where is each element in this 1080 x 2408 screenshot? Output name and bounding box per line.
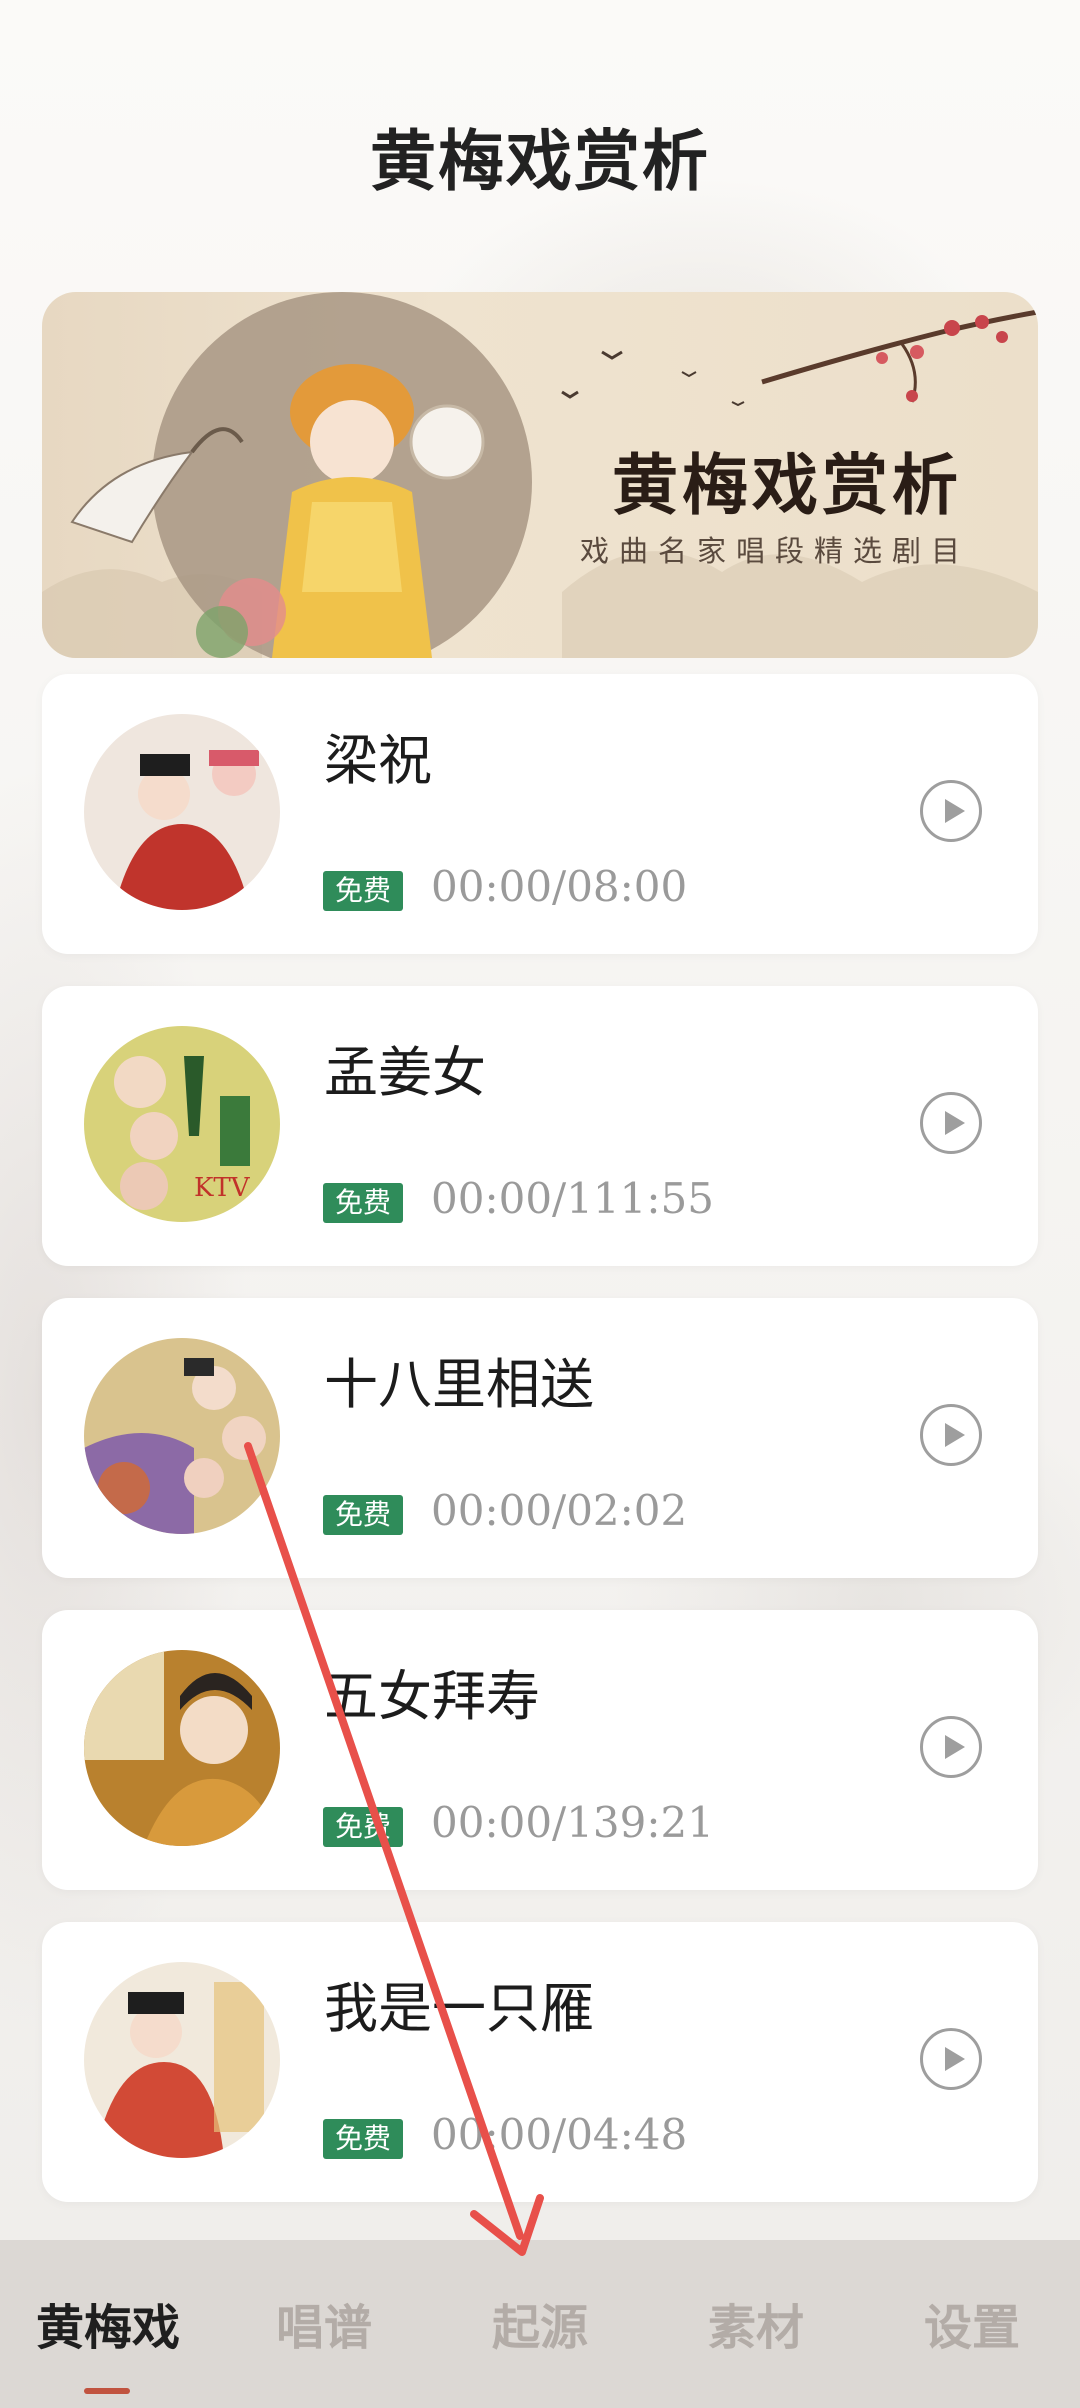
play-circle-icon[interactable] <box>920 1092 982 1154</box>
song-card[interactable]: KTV 孟姜女 免费 00:00/111:55 <box>42 986 1038 1266</box>
song-card[interactable]: 十八里相送 免费 00:00/02:02 <box>42 1298 1038 1578</box>
play-circle-icon[interactable] <box>920 1716 982 1778</box>
tab-qiyuan[interactable]: 起源 <box>432 2288 648 2358</box>
album-cover <box>84 714 280 910</box>
tab-sucai[interactable]: 素材 <box>648 2288 864 2358</box>
song-title: 我是一只雁 <box>324 1977 594 2040</box>
song-title: 十八里相送 <box>324 1353 594 1416</box>
duration-text: 00:00/08:00 <box>431 862 688 911</box>
duration-text: 00:00/02:02 <box>431 1486 688 1535</box>
tab-huangmeixi[interactable]: 黄梅戏 <box>0 2288 216 2358</box>
album-cover <box>84 1650 280 1846</box>
free-badge: 免费 <box>323 871 403 911</box>
album-cover <box>84 1338 280 1534</box>
song-title: 五女拜寿 <box>324 1665 540 1728</box>
song-card[interactable]: 梁祝 免费 00:00/08:00 <box>42 674 1038 954</box>
song-card[interactable]: 我是一只雁 免费 00:00/04:48 <box>42 1922 1038 2202</box>
free-badge: 免费 <box>323 1495 403 1535</box>
active-tab-indicator <box>84 2388 130 2394</box>
play-circle-icon[interactable] <box>920 780 982 842</box>
svg-text:KTV: KTV <box>194 1173 251 1203</box>
banner-title: 黄梅戏赏析 <box>612 446 962 524</box>
banner-subtitle: 戏曲名家唱段精选剧目 <box>580 534 971 568</box>
bottom-tab-bar: 黄梅戏 唱谱 起源 素材 设置 <box>0 2240 1080 2408</box>
song-title: 孟姜女 <box>324 1041 486 1104</box>
duration-text: 00:00/04:48 <box>431 2110 688 2159</box>
play-circle-icon[interactable] <box>920 1404 982 1466</box>
album-cover <box>84 1962 280 2158</box>
song-card[interactable]: 五女拜寿 免费 00:00/139:21 <box>42 1610 1038 1890</box>
duration-text: 00:00/111:55 <box>431 1174 714 1223</box>
page-title: 黄梅戏赏析 <box>370 123 710 200</box>
free-badge: 免费 <box>323 1183 403 1223</box>
free-badge: 免费 <box>323 1807 403 1847</box>
play-circle-icon[interactable] <box>920 2028 982 2090</box>
song-title: 梁祝 <box>324 729 432 792</box>
tab-shezhi[interactable]: 设置 <box>864 2288 1080 2358</box>
tab-changpu[interactable]: 唱谱 <box>216 2288 432 2358</box>
album-cover: KTV <box>84 1026 280 1222</box>
free-badge: 免费 <box>323 2119 403 2159</box>
duration-text: 00:00/139:21 <box>431 1798 714 1847</box>
